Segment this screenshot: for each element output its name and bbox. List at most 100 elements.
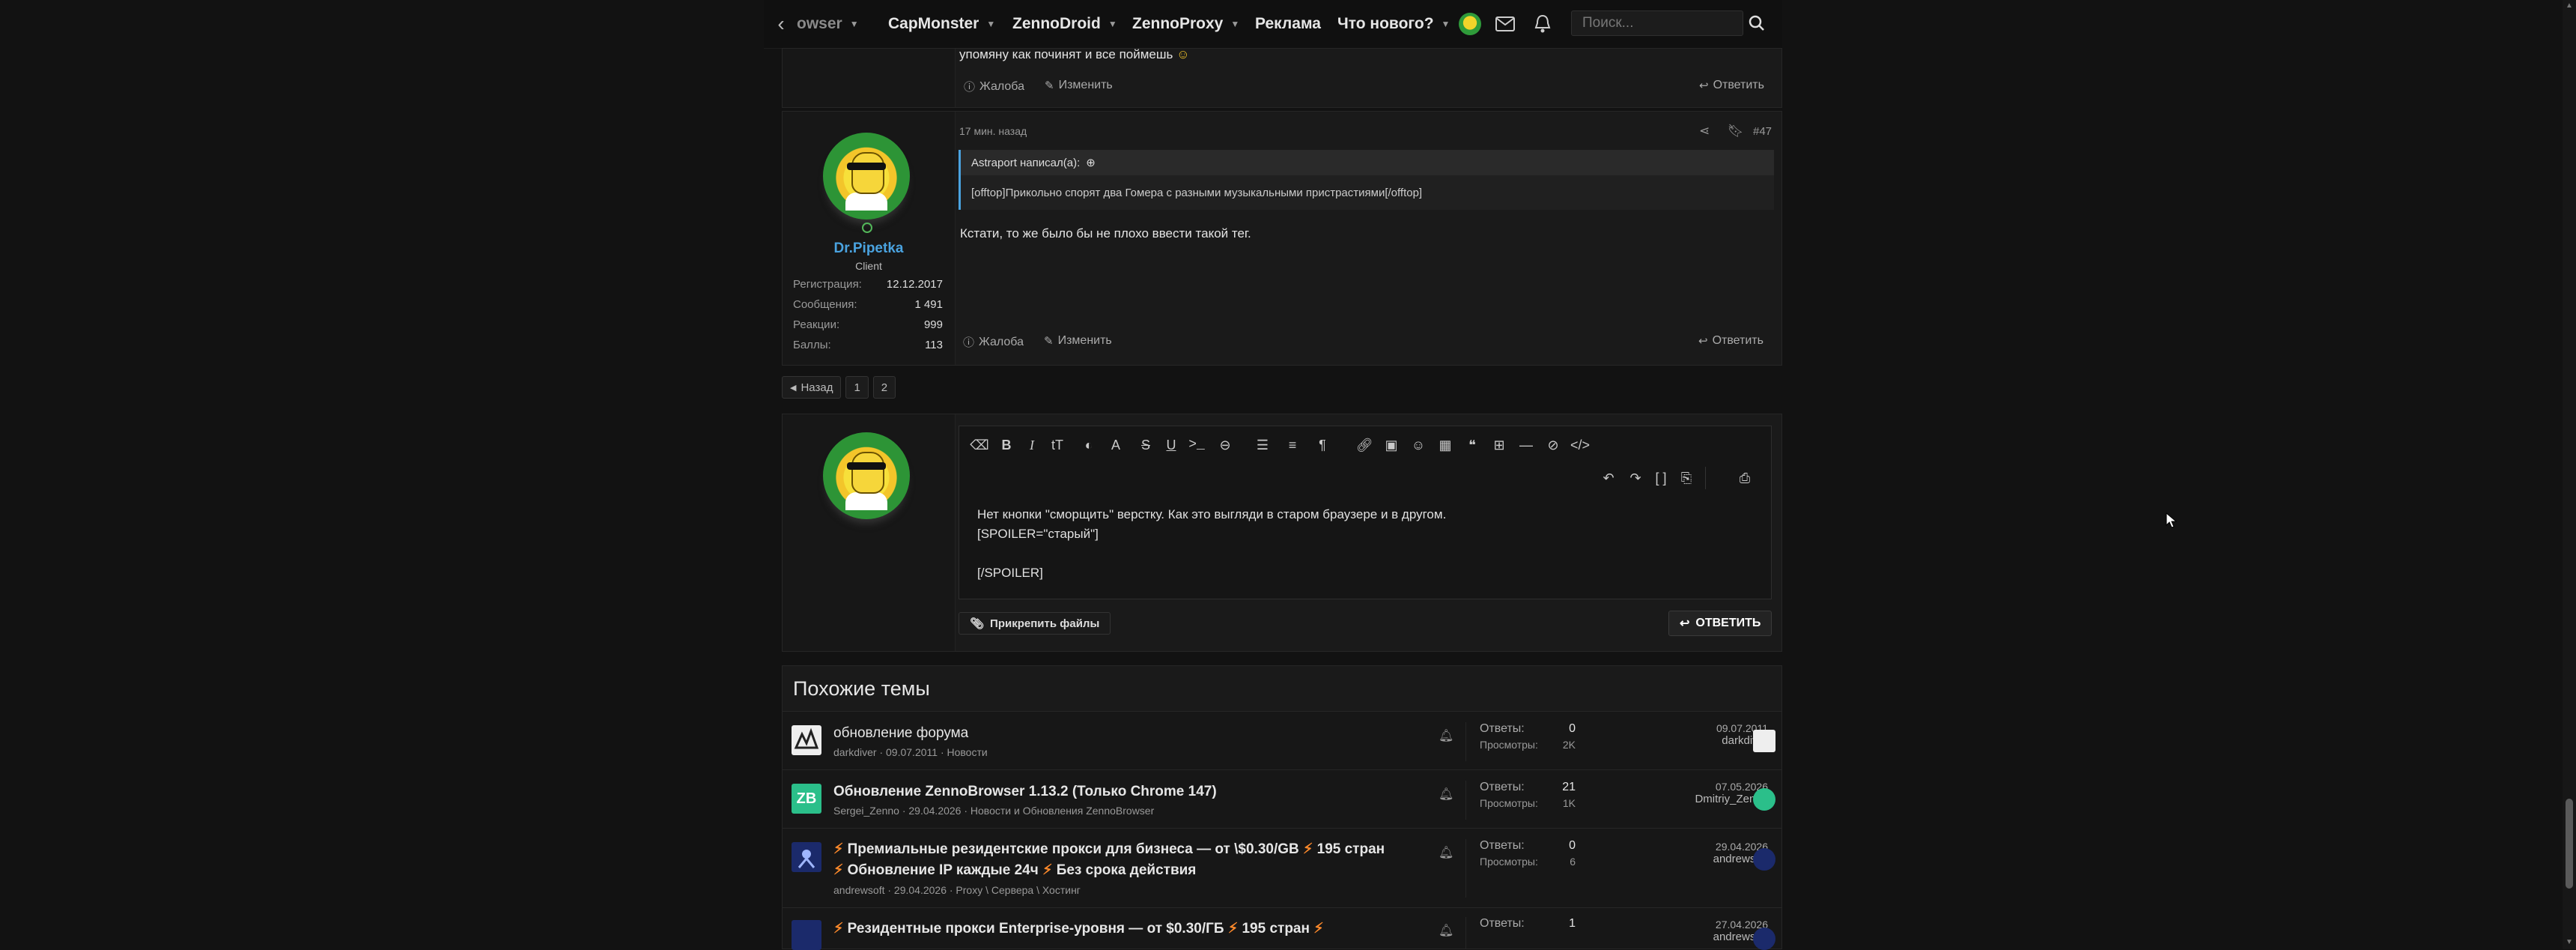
table-icon[interactable]: ⊞: [1488, 434, 1510, 456]
eraser-icon[interactable]: ⌫: [968, 434, 991, 456]
thread-author-avatar[interactable]: [792, 725, 821, 755]
bell-icon[interactable]: 🔔︎: [1439, 787, 1453, 802]
nav-item-zennodroid[interactable]: ZennoDroid ▼: [1012, 0, 1117, 48]
redo-icon[interactable]: ↷: [1624, 467, 1647, 489]
last-post-user[interactable]: Dmitriy_Zenno: [1588, 793, 1768, 805]
user-avatar[interactable]: [1459, 13, 1481, 35]
reply-button[interactable]: ↩ Ответить: [1698, 334, 1764, 348]
last-post-user[interactable]: andrewsoft: [1588, 853, 1768, 865]
views-stat: Просмотры: 1K: [1466, 797, 1589, 809]
undo-icon[interactable]: ↶: [1597, 467, 1620, 489]
fullscreen-icon[interactable]: [ ]: [1650, 467, 1672, 489]
bookmark-icon[interactable]: 🔖︎: [1728, 124, 1744, 139]
bold-icon[interactable]: B: [995, 434, 1018, 456]
post-time-link[interactable]: 17 мин. назад: [959, 125, 1027, 137]
nav-item-zennoproxy[interactable]: ZennoProxy ▼: [1132, 0, 1239, 48]
nav-scroll-left-icon[interactable]: ‹: [768, 9, 794, 39]
thread-title-link[interactable]: обновление форума: [833, 725, 968, 742]
report-button[interactable]: ⓘ Жалоба: [964, 79, 1024, 94]
last-post-date[interactable]: 29.04.2026: [1588, 841, 1768, 853]
attach-files-button[interactable]: 📎︎ Прикрепить файлы: [959, 612, 1111, 635]
last-post-date[interactable]: 27.04.2026: [1588, 919, 1768, 931]
pager-back-button[interactable]: ◀ Назад: [782, 376, 842, 399]
user-avatar[interactable]: [823, 133, 910, 220]
thread-author-avatar[interactable]: [792, 920, 821, 950]
thread-title-link[interactable]: ⚡︎ Резидентные прокси Enterprise-уровня …: [833, 920, 1324, 937]
scrollbar-thumb[interactable]: [2566, 799, 2573, 889]
bell-icon[interactable]: [1531, 12, 1555, 36]
pager-page-2[interactable]: 2: [872, 376, 896, 399]
views-stat: Просмотры: 6: [1466, 856, 1589, 868]
avatar-face: [851, 452, 884, 494]
italic-icon[interactable]: I: [1021, 434, 1043, 456]
bell-icon[interactable]: 🔔︎: [1439, 728, 1453, 743]
drafts-icon[interactable]: ⎘: [1675, 467, 1698, 489]
user-name-link[interactable]: Dr.Pipetka: [783, 240, 955, 257]
align-icon[interactable]: ≡: [1281, 434, 1304, 456]
edit-button[interactable]: ✎ Изменить: [1044, 334, 1112, 348]
last-post-avatar[interactable]: [1753, 848, 1775, 871]
font-family-icon[interactable]: A: [1105, 434, 1127, 456]
search-input[interactable]: Поиск...: [1571, 10, 1743, 36]
message-editor[interactable]: ⌫ B I tT ◐ A S U >_ ⊖ ☰ ≡ ¶ 🔗︎ ▣ ☺ ▦ ❝ ⊞…: [959, 426, 1772, 599]
media-icon[interactable]: ▦: [1434, 434, 1456, 456]
thread-row[interactable]: ⚡︎ Резидентные прокси Enterprise-уровня …: [782, 908, 1782, 950]
nav-item-whats-new[interactable]: Что нового? ▼: [1337, 0, 1450, 48]
inline-code-icon[interactable]: >_: [1185, 434, 1208, 456]
nav-item-browser[interactable]: owser ▼: [797, 0, 859, 48]
thread-row[interactable]: ⚡︎ Премиальные резидентские прокси для б…: [782, 829, 1782, 908]
bell-icon[interactable]: 🔔︎: [1439, 923, 1453, 938]
image-icon[interactable]: ▣: [1380, 434, 1403, 456]
last-post-avatar[interactable]: [1753, 788, 1775, 811]
search-icon[interactable]: [1743, 10, 1770, 36]
post-user-sidebar: Dr.Pipetka Client Регистрация: 12.12.2017…: [783, 112, 956, 365]
mail-icon[interactable]: [1493, 12, 1517, 36]
submit-reply-button[interactable]: ↩ Ответить: [1668, 611, 1772, 636]
thread-title-link[interactable]: Обновление ZennoBrowser 1.13.2 (Только C…: [833, 784, 1217, 800]
pager-page-1[interactable]: 1: [845, 376, 869, 399]
emoji-icon: ☺: [1176, 47, 1190, 61]
report-button[interactable]: ⓘ Жалоба: [963, 334, 1024, 350]
last-post-avatar[interactable]: [1753, 730, 1775, 752]
quote-icon[interactable]: ❝: [1461, 434, 1483, 456]
strikethrough-icon[interactable]: S: [1134, 434, 1157, 456]
smiley-icon[interactable]: ☺: [1407, 434, 1430, 456]
paragraph-icon[interactable]: ¶: [1311, 434, 1334, 456]
last-post-user[interactable]: darkdiver: [1588, 734, 1768, 747]
thread-row[interactable]: ZB Обновление ZennoBrowser 1.13.2 (Тольк…: [782, 770, 1782, 829]
preview-icon[interactable]: ⎙: [1734, 467, 1756, 489]
thread-title-text: 195 стран: [1242, 921, 1310, 937]
edit-button[interactable]: ✎ Изменить: [1045, 79, 1113, 92]
quote-text: [offtop]Прикольно спорят два Гомера с ра…: [971, 186, 1423, 199]
last-post-user[interactable]: andrewsoft: [1588, 931, 1768, 943]
font-size-icon[interactable]: tT: [1046, 434, 1069, 456]
hide-icon[interactable]: ⊘: [1542, 434, 1564, 456]
thread-author-avatar[interactable]: [792, 842, 821, 872]
last-post-date[interactable]: 09.07.2011: [1588, 722, 1768, 734]
last-post-date[interactable]: 07.05.2026: [1588, 781, 1768, 793]
last-post-avatar[interactable]: [1753, 928, 1775, 950]
underline-icon[interactable]: U: [1160, 434, 1182, 456]
quote-header[interactable]: Astraport написал(а): ⊕: [961, 150, 1774, 175]
palette-icon[interactable]: ◐: [1078, 434, 1100, 456]
post-number-link[interactable]: #47: [1753, 125, 1772, 138]
horizontal-rule-icon[interactable]: —: [1515, 434, 1537, 456]
thread-title-link-line2[interactable]: ⚡︎ Обновление IP каждые 24ч ⚡︎ Без срока…: [833, 862, 1196, 879]
spoiler-icon[interactable]: ⊖: [1214, 434, 1236, 456]
scroll-up-icon[interactable]: ▲: [2564, 1, 2575, 12]
list-icon[interactable]: ☰: [1251, 434, 1274, 456]
stat-label: Баллы:: [793, 339, 831, 351]
code-icon[interactable]: </>: [1569, 434, 1591, 456]
nav-item-ads[interactable]: Реклама: [1255, 0, 1321, 48]
thread-row[interactable]: обновление форума darkdiver · 09.07.2011…: [782, 712, 1782, 770]
similar-threads-heading: Похожие темы: [782, 665, 1782, 712]
thread-title-link[interactable]: ⚡︎ Премиальные резидентские прокси для б…: [833, 841, 1385, 858]
scroll-down-icon[interactable]: ▼: [2564, 938, 2575, 949]
reply-button[interactable]: ↩ Ответить: [1699, 79, 1764, 92]
zennobrowser-logo-icon[interactable]: ZB: [792, 784, 821, 814]
nav-item-capmonster[interactable]: CapMonster ▼: [888, 0, 995, 48]
mouse-cursor-icon: [2166, 512, 2178, 533]
share-icon[interactable]: ⋖: [1699, 124, 1710, 139]
link-icon[interactable]: 🔗︎: [1353, 434, 1376, 456]
bell-icon[interactable]: 🔔︎: [1439, 845, 1453, 860]
